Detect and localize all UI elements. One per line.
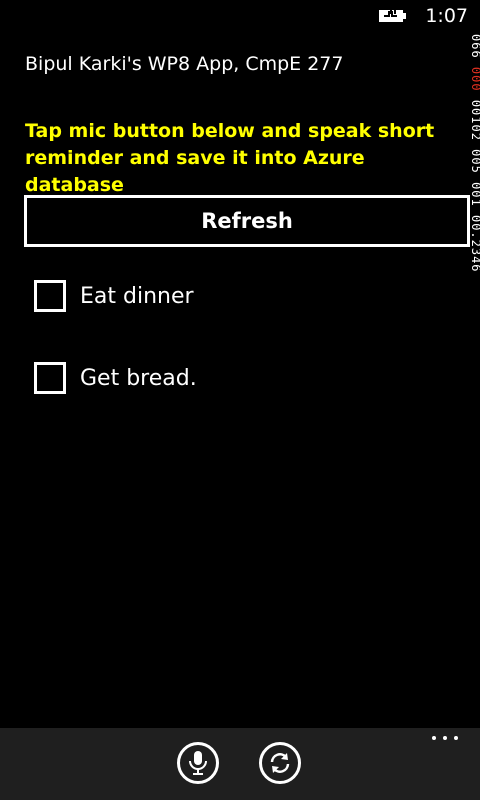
mic-icon [189, 751, 207, 775]
frame-rate-counter-text: 066 000 00102 005 001 00.2346 [469, 34, 480, 273]
app-bar [0, 728, 480, 800]
instructions-text: Tap mic button below and speak short rem… [25, 120, 435, 196]
todo-item[interactable]: Eat dinner [34, 279, 194, 313]
ellipsis-icon[interactable] [432, 732, 458, 744]
mic-button[interactable] [177, 742, 219, 784]
status-clock: 1:07 [425, 5, 468, 27]
sync-button[interactable] [259, 742, 301, 784]
todo-checkbox[interactable] [34, 362, 66, 394]
status-bar: 1:07 [0, 0, 480, 32]
todo-label: Eat dinner [80, 283, 194, 309]
app-title: Bipul Karki's WP8 App, CmpE 277 [25, 53, 344, 75]
battery-charging-icon [379, 10, 406, 22]
todo-checkbox[interactable] [34, 280, 66, 312]
sync-icon [270, 753, 290, 773]
todo-item[interactable]: Get bread. [34, 361, 197, 395]
refresh-button[interactable]: Refresh [24, 195, 470, 247]
todo-label: Get bread. [80, 365, 197, 391]
